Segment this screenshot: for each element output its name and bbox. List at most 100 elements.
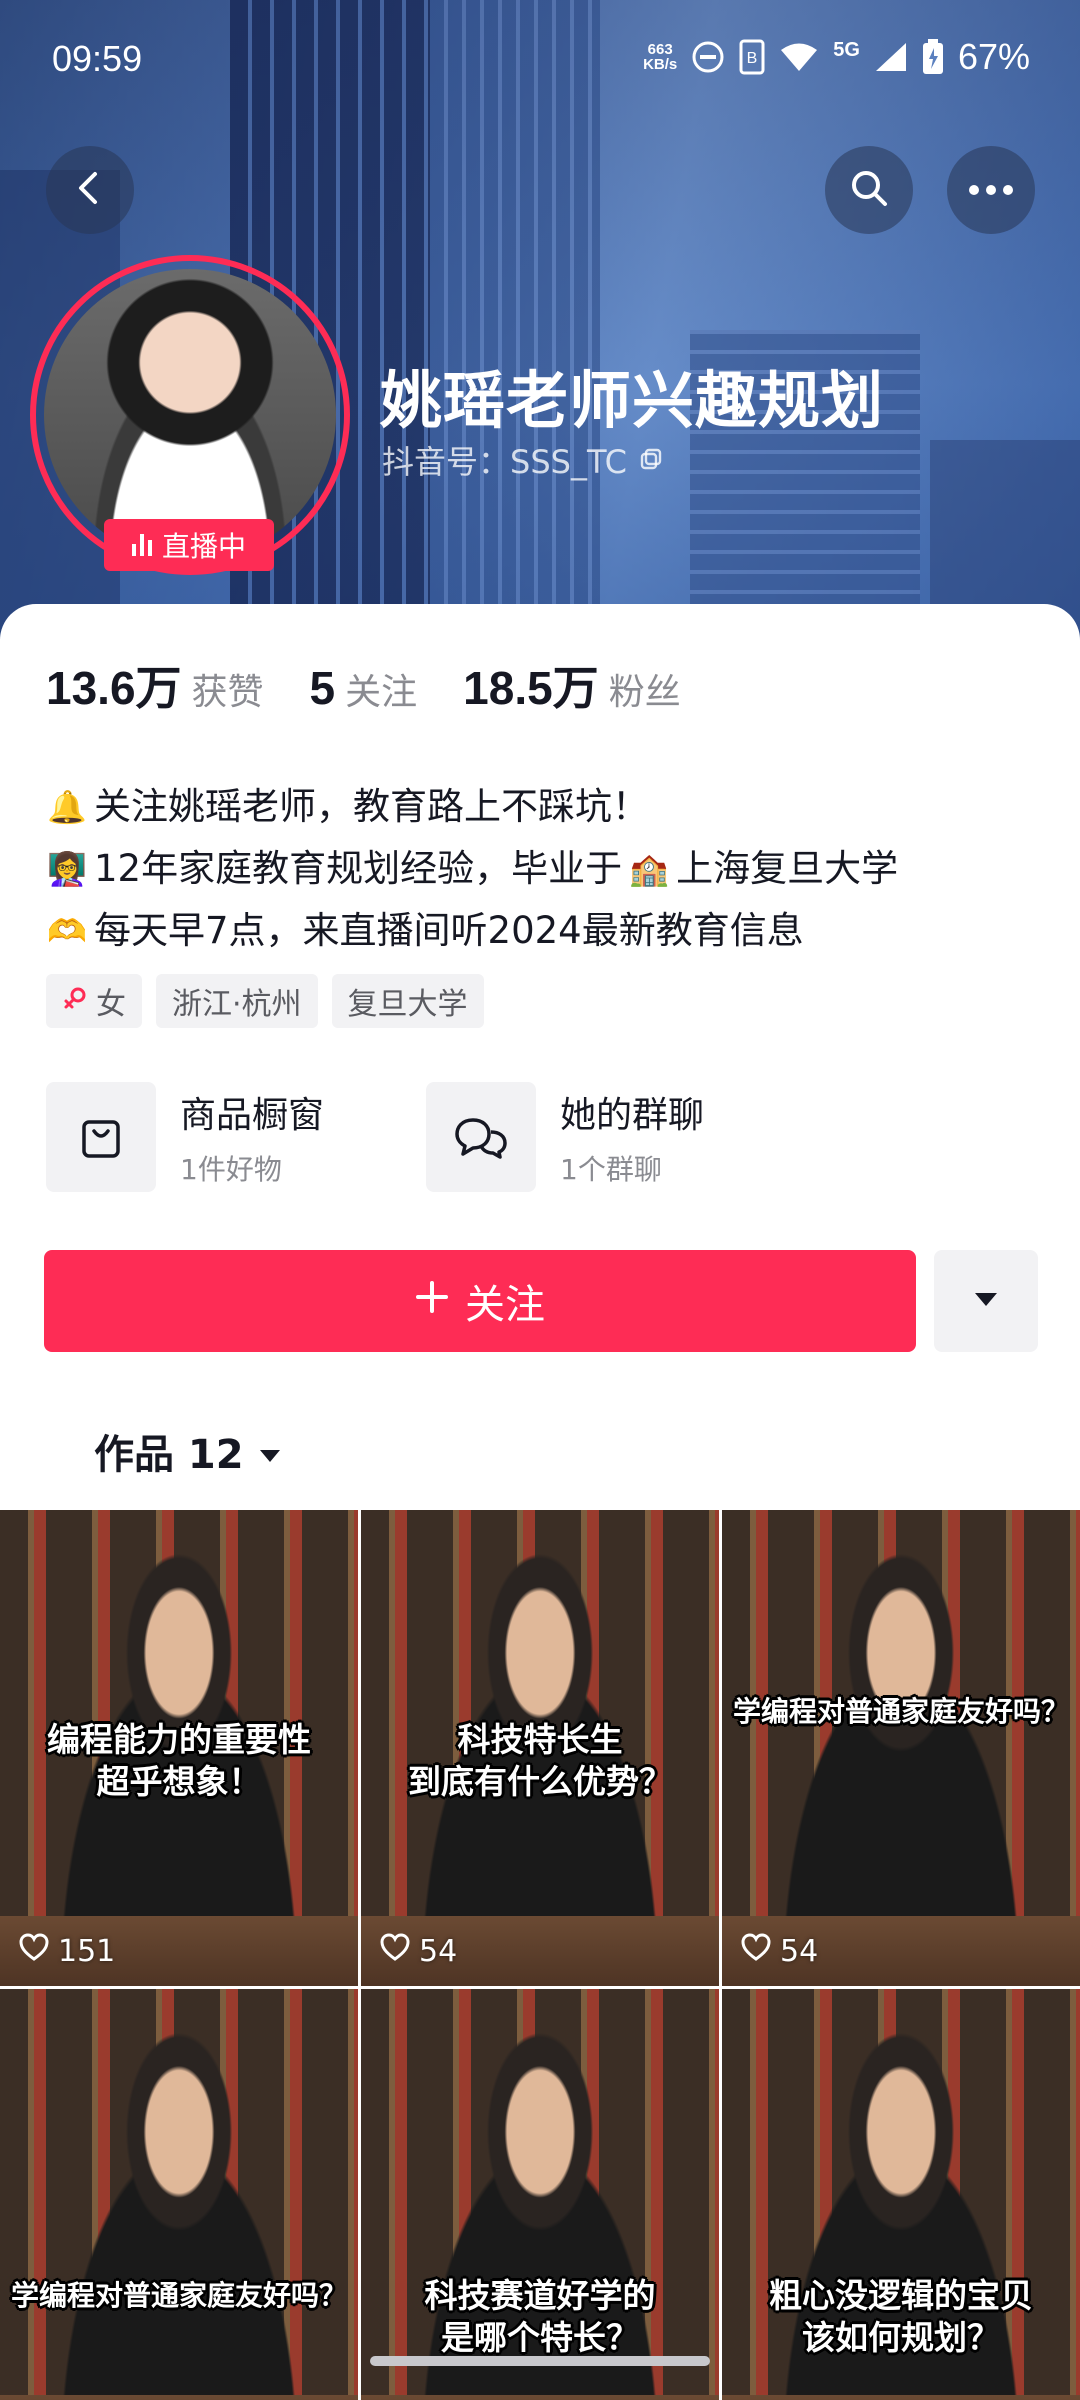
tab-works-label: 作品 12 (94, 1432, 244, 1478)
nfc-icon: B (739, 39, 765, 75)
entry-text: 她的群聊 1个群聊 (560, 1086, 704, 1188)
stat-label: 获赞 (191, 672, 264, 713)
entry-subtitle: 1件好物 (180, 1153, 282, 1186)
video-grid: 编程能力的重要性 超乎想象！ 151 科技特长生 到底有什么优势？ 54 学编程… (0, 1510, 1080, 2400)
follow-row: 关注 (44, 1250, 1038, 1352)
douyin-id-text: 抖音号：SSS_TC (382, 443, 627, 481)
stat-following[interactable]: 5 关注 (310, 661, 418, 715)
live-badge[interactable]: 直播中 (104, 519, 274, 571)
more-button[interactable] (947, 146, 1035, 234)
bell-icon: 🔔 (47, 788, 87, 826)
stat-label: 关注 (345, 672, 418, 713)
entry-title: 商品橱窗 (180, 1095, 325, 1136)
entry-subtitle: 1个群聊 (560, 1153, 662, 1186)
profile-nickname: 姚瑶老师兴趣规划 (380, 364, 885, 437)
stat-value: 5 (309, 662, 336, 714)
teacher-icon: 👩‍🏫 (47, 850, 87, 888)
stat-label: 粉丝 (608, 672, 681, 713)
stat-likes[interactable]: 13.6万 获赞 (46, 652, 264, 718)
likes-count: 151 (58, 1933, 116, 1969)
bio-line: 🫶 每天早7点，来直播间听2024最新教育信息 (46, 900, 898, 962)
tag-label: 浙江·杭州 (172, 987, 302, 1022)
back-button[interactable] (46, 146, 134, 234)
shop-window-entry[interactable]: 商品橱窗 1件好物 (46, 1082, 426, 1192)
bio-text: 12年家庭教育规划经验，毕业于 (94, 847, 623, 890)
stat-followers[interactable]: 18.5万 粉丝 (463, 652, 681, 718)
search-icon (847, 166, 891, 214)
video-caption: 学编程对普通家庭友好吗？ (732, 1694, 1069, 1728)
video-caption: 科技赛道好学的 是哪个特长？ (424, 2275, 656, 2357)
live-badge-label: 直播中 (161, 530, 246, 563)
signal-icon (874, 41, 908, 73)
tag-school[interactable]: 复旦大学 (331, 974, 484, 1028)
caret-down-icon (973, 1290, 999, 1312)
net-speed: 663 KB/s (643, 42, 677, 72)
profile-entries: 商品橱窗 1件好物 她的群聊 1个群聊 (46, 1082, 806, 1192)
female-icon (62, 984, 88, 1019)
stat-value: 18.5万 (463, 662, 599, 714)
copy-icon[interactable] (639, 441, 663, 479)
likes-count: 54 (780, 1933, 819, 1969)
school-icon: 🏫 (629, 850, 670, 888)
video-tile[interactable]: 科技特长生 到底有什么优势？ 54 (361, 1510, 719, 1986)
heart-hands-icon: 🫶 (47, 912, 87, 950)
bio-line: 🔔 关注姚瑶老师，教育路上不踩坑！ (46, 776, 898, 838)
search-button[interactable] (825, 146, 913, 234)
follow-button[interactable]: 关注 (44, 1250, 916, 1352)
profile-bio: 🔔 关注姚瑶老师，教育路上不踩坑！ 👩‍🏫 12年家庭教育规划经验，毕业于 🏫 … (46, 776, 898, 962)
video-likes: 151 (18, 1932, 115, 1970)
home-indicator[interactable] (370, 2356, 710, 2366)
video-tile[interactable]: 学编程对普通家庭友好吗？ (0, 1989, 358, 2400)
video-tile[interactable]: 编程能力的重要性 超乎想象！ 151 (0, 1510, 358, 1986)
video-likes: 54 (379, 1932, 457, 1970)
profile-sheet: 13.6万 获赞 5 关注 18.5万 粉丝 🔔 关注姚瑶老师，教育路上不踩坑！… (0, 604, 1080, 2400)
chevron-left-icon (70, 168, 110, 212)
recommend-dropdown-button[interactable] (934, 1250, 1038, 1352)
stats-row: 13.6万 获赞 5 关注 18.5万 粉丝 (46, 652, 727, 718)
heart-outline-icon (18, 1932, 50, 1970)
bio-text: 上海复旦大学 (676, 847, 899, 890)
avatar[interactable] (44, 269, 336, 561)
more-dots-icon (968, 181, 1014, 200)
plus-icon (415, 1278, 449, 1324)
tag-label: 女 (96, 987, 126, 1022)
svg-text:B: B (747, 50, 758, 67)
likes-count: 54 (419, 1933, 458, 1969)
bio-line: 👩‍🏫 12年家庭教育规划经验，毕业于 🏫 上海复旦大学 (46, 838, 898, 900)
group-chat-entry[interactable]: 她的群聊 1个群聊 (426, 1082, 806, 1192)
tag-gender: 女 (46, 974, 142, 1028)
caret-down-icon (258, 1428, 282, 1474)
dnd-icon (691, 40, 725, 74)
live-bars-icon (131, 534, 152, 556)
battery-icon (922, 39, 944, 75)
douyin-id[interactable]: 抖音号：SSS_TC (382, 437, 663, 483)
net-speed-unit: KB/s (643, 56, 678, 73)
heart-outline-icon (740, 1932, 772, 1970)
heart-outline-icon (379, 1932, 411, 1970)
chat-bubbles-icon (426, 1082, 536, 1192)
battery-level: 67% (957, 36, 1030, 77)
tab-works[interactable]: 作品 12 (94, 1422, 282, 1480)
video-tile[interactable]: 科技赛道好学的 是哪个特长？ (361, 1989, 719, 2400)
tag-label: 复旦大学 (347, 987, 468, 1022)
video-caption: 学编程对普通家庭友好吗？ (10, 2278, 347, 2312)
shopping-bag-icon (46, 1082, 156, 1192)
network-type: 5G (833, 38, 860, 61)
entry-text: 商品橱窗 1件好物 (180, 1086, 324, 1188)
video-caption: 科技特长生 到底有什么优势？ (408, 1720, 672, 1802)
status-time: 09:59 (52, 38, 143, 79)
wifi-icon (779, 41, 819, 73)
bio-text: 关注姚瑶老师，教育路上不踩坑！ (94, 785, 649, 828)
stat-value: 13.6万 (46, 662, 182, 714)
video-caption: 粗心没逻辑的宝贝 该如何规划？ (769, 2275, 1033, 2357)
video-likes: 54 (740, 1932, 818, 1970)
net-speed-value: 663 (647, 41, 673, 58)
status-icons: 663 KB/s B 5G 67% (643, 36, 1030, 78)
entry-title: 她的群聊 (560, 1095, 705, 1136)
video-tile[interactable]: 粗心没逻辑的宝贝 该如何规划？ (722, 1989, 1080, 2400)
tag-location: 浙江·杭州 (156, 974, 318, 1028)
profile-tags: 女 浙江·杭州 复旦大学 (46, 974, 484, 1028)
bio-text: 每天早7点，来直播间听2024最新教育信息 (94, 909, 804, 952)
video-tile[interactable]: 学编程对普通家庭友好吗？ 54 (722, 1510, 1080, 1986)
video-caption: 编程能力的重要性 超乎想象！ (47, 1720, 311, 1802)
